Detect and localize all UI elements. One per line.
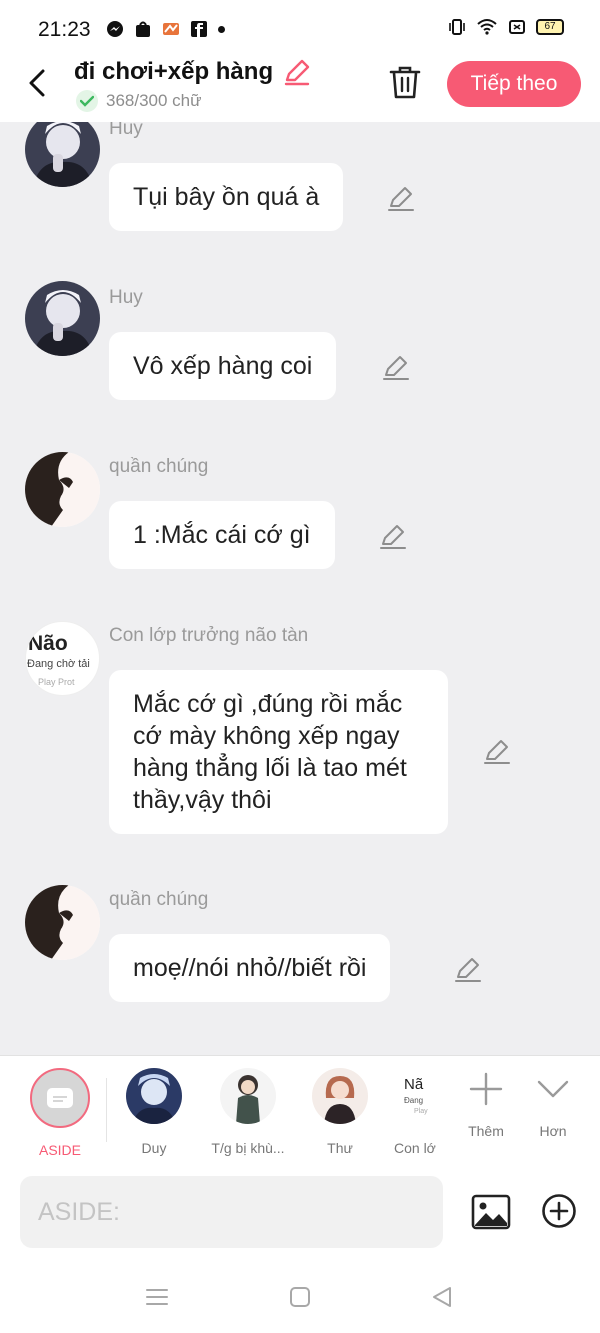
avatar: Nã Đang Play: [388, 1068, 438, 1124]
more-characters-button[interactable]: Hơn: [530, 1068, 576, 1139]
system-nav-bar: [0, 1257, 600, 1333]
status-bar: 21:23 67: [0, 0, 600, 56]
character-label: Con lớ: [394, 1140, 436, 1156]
edit-icon[interactable]: [381, 353, 411, 383]
avatar-text: Nã: [404, 1076, 424, 1093]
character-con-lop[interactable]: Nã Đang Play Con lớ: [388, 1068, 438, 1156]
chevron-down-icon: [537, 1080, 569, 1098]
edit-icon[interactable]: [453, 955, 483, 985]
character-label: Duy: [141, 1140, 167, 1156]
edit-icon[interactable]: [482, 737, 512, 767]
character-label: Hơn: [539, 1123, 567, 1139]
char-count: 368/300 chữ: [76, 90, 202, 112]
message-bubble[interactable]: 1 :Mắc cái cớ gì: [109, 501, 335, 569]
wifi-icon: [477, 19, 497, 35]
avatar-text: Play Prot: [38, 677, 75, 687]
system-icons: 67: [448, 18, 564, 36]
char-count-text: 368/300 chữ: [106, 91, 202, 110]
plus-icon: [469, 1072, 503, 1106]
next-button[interactable]: Tiếp theo: [447, 61, 581, 107]
battery-icon: 67: [536, 19, 564, 35]
sim-icon: [509, 20, 525, 34]
notification-icons: [106, 20, 225, 38]
shopee-icon: [136, 21, 150, 37]
chat-area: Huy Tụi bây ồn quá à Huy Vô xếp hàng coi…: [0, 122, 600, 1055]
status-time: 21:23: [38, 18, 91, 41]
check-icon: [76, 90, 98, 112]
avatar[interactable]: [25, 122, 100, 187]
add-circle-icon[interactable]: [541, 1193, 577, 1229]
character-aside[interactable]: ASIDE: [28, 1068, 92, 1158]
back-triangle-icon[interactable]: [430, 1285, 454, 1309]
character-thu[interactable]: Thư: [312, 1068, 368, 1156]
story-title[interactable]: đi chơi+xếp hàng: [74, 58, 273, 86]
avatar: [220, 1068, 276, 1124]
dot-icon: [218, 25, 225, 33]
character-label: ASIDE: [38, 1142, 81, 1158]
app-icon: [163, 23, 179, 35]
avatar-text: Đang chờ tải: [27, 658, 90, 670]
character-bar: ASIDE Duy T/g bị khù... Thư Nã Đang Play…: [0, 1055, 600, 1165]
character-tg[interactable]: T/g bị khù...: [206, 1068, 290, 1156]
chat-bubble-icon: [47, 1088, 73, 1108]
avatar: [312, 1068, 368, 1124]
character-label: T/g bị khù...: [211, 1140, 285, 1156]
avatar[interactable]: [25, 281, 100, 356]
avatar[interactable]: [25, 885, 100, 960]
character-duy[interactable]: Duy: [124, 1068, 184, 1156]
editor-header: đi chơi+xếp hàng 368/300 chữ Tiếp theo: [0, 56, 600, 122]
edit-icon[interactable]: [378, 522, 408, 552]
edit-icon[interactable]: [386, 184, 416, 214]
divider: [106, 1078, 107, 1142]
character-label: Thư: [327, 1140, 353, 1156]
avatar[interactable]: [25, 452, 100, 527]
avatar-text: Não: [28, 632, 68, 655]
message-bubble[interactable]: Tụi bây ồn quá à: [109, 163, 344, 231]
menu-icon[interactable]: [145, 1285, 169, 1309]
trash-icon[interactable]: [388, 64, 422, 100]
character-label: Thêm: [468, 1123, 504, 1139]
avatar: [126, 1068, 182, 1124]
sender-name: Huy: [109, 122, 143, 139]
back-button[interactable]: [22, 66, 52, 100]
avatar[interactable]: Não Đang chờ tải Play Prot: [25, 621, 100, 696]
sender-name: quần chúng: [109, 889, 209, 910]
sender-name: Con lớp trưởng não tàn: [109, 625, 309, 646]
input-area: [0, 1165, 600, 1257]
chevron-left-icon: [29, 69, 45, 97]
avatar-text: Đang: [404, 1096, 424, 1105]
sender-name: Huy: [109, 287, 143, 308]
messenger-icon: [107, 21, 123, 37]
message-bubble[interactable]: Mắc cớ gì ,đúng rồi mắc cớ mày không xếp…: [109, 670, 448, 834]
vibrate-icon: [449, 19, 465, 35]
add-character-button[interactable]: Thêm: [462, 1068, 510, 1139]
facebook-icon: [191, 21, 207, 37]
image-icon[interactable]: [471, 1192, 511, 1232]
message-bubble[interactable]: Vô xếp hàng coi: [109, 332, 337, 400]
aside-avatar: [30, 1068, 90, 1128]
aside-input[interactable]: [20, 1176, 443, 1248]
edit-title-icon[interactable]: [283, 58, 311, 86]
message-bubble[interactable]: moẹ//nói nhỏ//biết rồi: [109, 934, 391, 1002]
home-icon[interactable]: [288, 1285, 312, 1309]
avatar-text: Play: [414, 1108, 428, 1115]
sender-name: quần chúng: [109, 456, 209, 477]
